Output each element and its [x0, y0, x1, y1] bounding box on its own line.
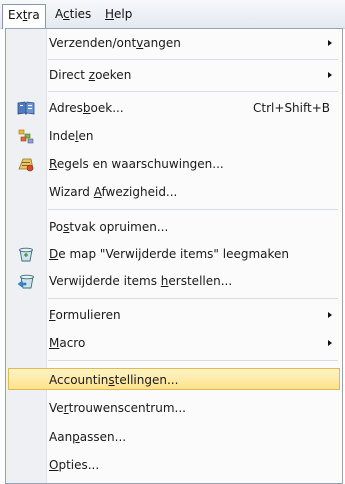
menu-item-formulieren[interactable]: Formulieren — [8, 304, 340, 326]
categorize-icon — [17, 128, 35, 144]
menu-item-verwijderde-items-leegmaken[interactable]: De map "Verwijderde items" leegmaken — [8, 243, 340, 265]
menu-item-label: Verzenden/ontvangen — [49, 36, 181, 50]
menu-item-label: Aanpassen... — [49, 430, 127, 444]
submenu-arrow-icon — [328, 312, 332, 318]
menu-item-direct-zoeken[interactable]: Direct zoeken — [8, 64, 340, 86]
menu-label-key: c — [63, 7, 70, 21]
menu-item-regels-waarschuwingen[interactable]: Regels en waarschuwingen... — [8, 153, 340, 175]
menu-item-indelen[interactable]: Indelen — [8, 125, 340, 147]
shortcut-text: Ctrl+Shift+B — [253, 101, 330, 115]
menu-item-postvak-opruimen[interactable]: Postvak opruimen... — [8, 216, 340, 238]
menu-acties[interactable]: Acties — [50, 4, 96, 24]
address-book-icon — [17, 100, 35, 116]
menu-separator — [48, 59, 338, 60]
menu-label-post: ties — [69, 7, 92, 21]
menu-item-label: Regels en waarschuwingen... — [49, 157, 224, 171]
menu-item-accountinstellingen[interactable]: Accountinstellingen... — [8, 368, 340, 390]
menu-separator — [48, 360, 338, 361]
empty-deleted-items-icon — [17, 246, 35, 262]
submenu-arrow-icon — [328, 72, 332, 78]
menu-label-pre: A — [55, 7, 63, 21]
menu-item-adresboek[interactable]: Adresboek... Ctrl+Shift+B — [8, 97, 340, 119]
menu-help[interactable]: Help — [100, 4, 137, 24]
menu-label-post: elp — [114, 7, 133, 21]
menu-item-opties[interactable]: Opties... — [8, 454, 340, 476]
menu-separator — [48, 209, 338, 210]
menu-separator — [48, 91, 338, 92]
menu-label-pre: Ex — [8, 8, 23, 22]
menu-separator — [48, 298, 338, 299]
menu-item-label: Vertrouwenscentrum... — [49, 401, 186, 415]
submenu-arrow-icon — [328, 40, 332, 46]
menu-item-vertrouwenscentrum[interactable]: Vertrouwenscentrum... — [8, 397, 340, 419]
menu-item-label: Opties... — [49, 458, 100, 472]
menu-item-label: De map "Verwijderde items" leegmaken — [49, 247, 290, 261]
menu-item-label: Formulieren — [49, 308, 121, 322]
menu-item-label: Direct zoeken — [49, 68, 132, 82]
menu-item-label: Postvak opruimen... — [49, 220, 169, 234]
recover-deleted-items-icon — [17, 273, 35, 289]
rules-alerts-icon — [17, 156, 35, 172]
menu-item-label: Wizard Afwezigheid... — [49, 185, 178, 199]
menu-item-label: Adresboek... — [49, 101, 124, 115]
extra-dropdown-menu: Verzenden/ontvangen Direct zoeken Adresb… — [5, 28, 343, 484]
menu-item-label: Verwijderde items herstellen... — [49, 274, 233, 288]
menu-item-verzenden-ontvangen[interactable]: Verzenden/ontvangen — [8, 32, 340, 54]
submenu-arrow-icon — [328, 340, 332, 346]
menu-item-label: Indelen — [49, 129, 94, 143]
menu-item-label: Accountinstellingen... — [49, 373, 179, 387]
menu-item-wizard-afwezigheid[interactable]: Wizard Afwezigheid... — [8, 181, 340, 203]
menu-extra[interactable]: Extra — [2, 4, 46, 29]
menu-bar: Extra Acties Help — [0, 0, 345, 29]
menu-item-macro[interactable]: Macro — [8, 332, 340, 354]
menu-item-label: Macro — [49, 336, 86, 350]
menu-item-aanpassen[interactable]: Aanpassen... — [8, 426, 340, 448]
menu-label-post: ra — [27, 8, 40, 22]
menu-item-verwijderde-items-herstellen[interactable]: Verwijderde items herstellen... — [8, 270, 340, 292]
menu-label-key: H — [105, 7, 115, 21]
